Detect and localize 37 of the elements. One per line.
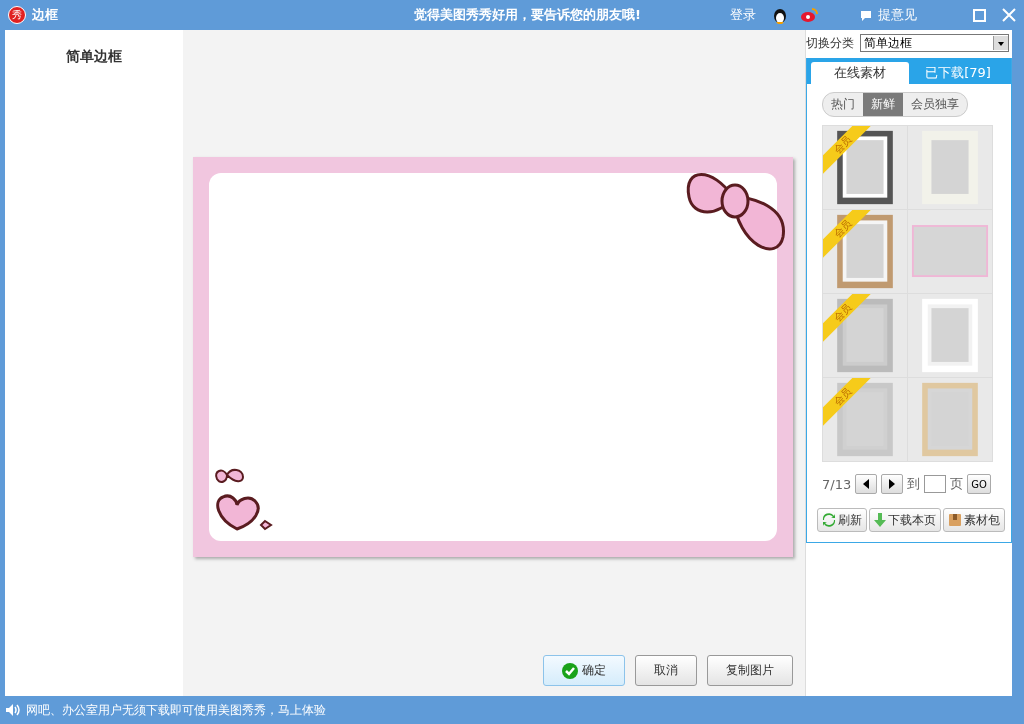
penguin-icon[interactable] bbox=[772, 6, 788, 24]
dropdown-icon bbox=[993, 36, 1008, 50]
refresh-icon bbox=[822, 513, 836, 527]
filter-tab[interactable]: 热门 bbox=[823, 93, 863, 116]
action-button[interactable]: 取消 bbox=[635, 655, 697, 686]
page-label: 页 bbox=[950, 475, 964, 493]
page-input[interactable] bbox=[924, 475, 947, 493]
right-triangle-icon bbox=[889, 479, 896, 489]
category-label: 切换分类 bbox=[806, 34, 854, 52]
tab[interactable]: 在线素材 bbox=[811, 62, 909, 84]
down-arrow-icon bbox=[874, 513, 886, 527]
prev-page-button[interactable] bbox=[855, 474, 878, 494]
action-button[interactable]: 素材包 bbox=[943, 508, 1005, 532]
slogan: 觉得美图秀秀好用，要告诉您的朋友哦! bbox=[414, 6, 641, 24]
close-icon[interactable] bbox=[1002, 8, 1016, 22]
category-select[interactable]: 简单边框 bbox=[860, 34, 1009, 52]
filter-tab[interactable]: 会员独享 bbox=[903, 93, 967, 116]
left-triangle-icon bbox=[863, 479, 870, 489]
go-button[interactable]: GO bbox=[967, 474, 991, 494]
speaker-icon bbox=[6, 704, 20, 716]
weibo-icon[interactable] bbox=[800, 7, 818, 23]
chat-icon[interactable] bbox=[860, 9, 872, 21]
window-title: 边框 bbox=[32, 6, 58, 24]
app-logo: 秀 bbox=[8, 6, 26, 24]
next-page-button[interactable] bbox=[881, 474, 904, 494]
confirm-button[interactable]: 确定 bbox=[543, 655, 625, 686]
action-button[interactable]: 下载本页 bbox=[869, 508, 941, 532]
package-icon bbox=[948, 513, 962, 527]
page-count: 7/13 bbox=[822, 476, 852, 492]
filter-tab[interactable]: 新鲜 bbox=[863, 93, 903, 116]
action-button[interactable]: 刷新 bbox=[817, 508, 867, 532]
maximize-icon[interactable] bbox=[973, 8, 986, 22]
check-icon bbox=[562, 662, 578, 679]
goto-label: 到 bbox=[907, 475, 921, 493]
sidebar-title: 简单边框 bbox=[66, 48, 122, 66]
action-button[interactable]: 复制图片 bbox=[707, 655, 793, 686]
status-text: 网吧、办公室用户无须下载即可使用美图秀秀，马上体验 bbox=[26, 701, 326, 719]
